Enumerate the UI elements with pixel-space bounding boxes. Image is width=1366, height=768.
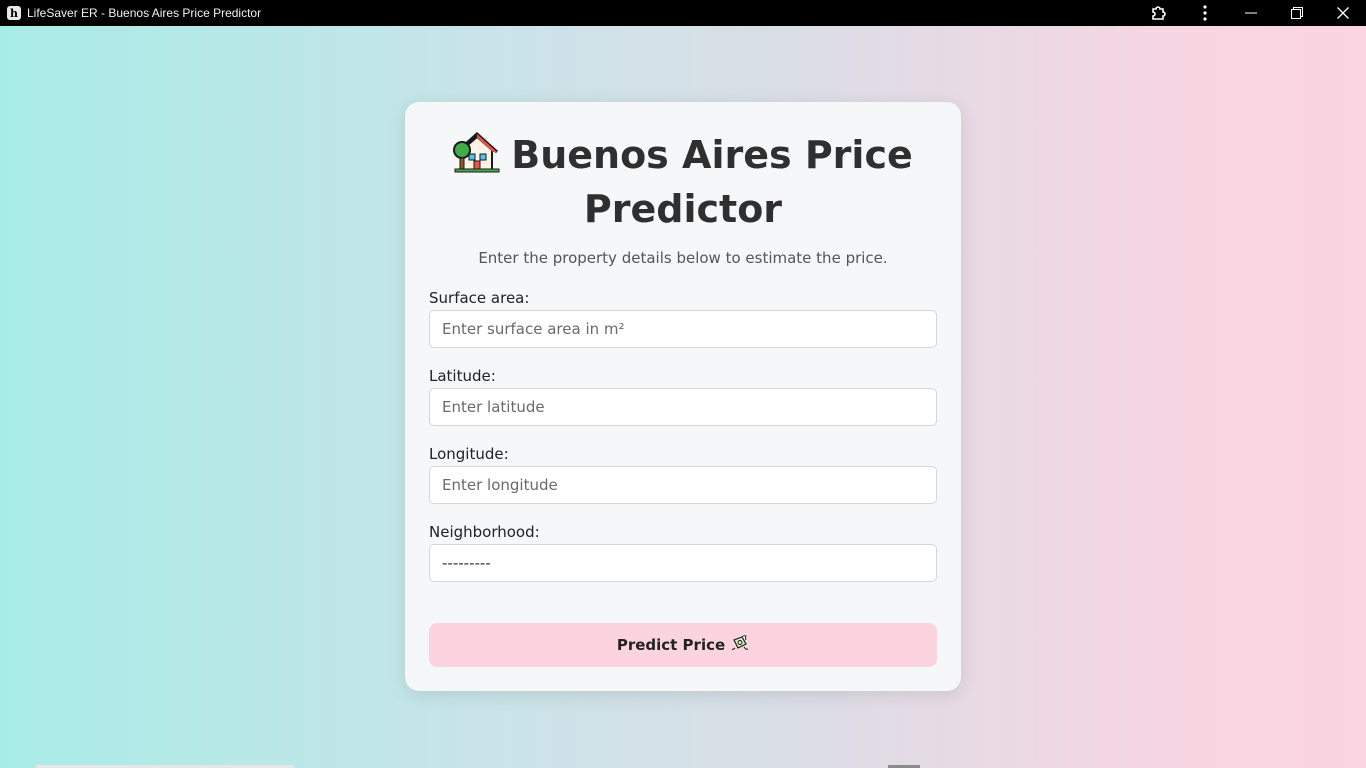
subtitle: Enter the property details below to esti… [478, 249, 888, 267]
neighborhood-label: Neighborhood: [429, 523, 540, 541]
neighborhood-selected-value: --------- [442, 554, 491, 572]
app-logo-icon: h [7, 6, 21, 20]
extensions-icon[interactable] [1136, 0, 1182, 26]
window-title: LifeSaver ER - Buenos Aires Price Predic… [27, 6, 262, 20]
minimize-icon[interactable] [1228, 0, 1274, 26]
surface-area-input[interactable] [429, 310, 937, 348]
page-title: Buenos Aires Price Predictor [429, 128, 937, 233]
window-controls [1136, 0, 1366, 26]
surface-area-label: Surface area: [429, 289, 530, 307]
neighborhood-select[interactable]: --------- [429, 544, 937, 582]
predict-price-label: Predict Price [616, 636, 726, 654]
title-bar: h LifeSaver ER - Buenos Aires Price Pred… [0, 0, 1366, 26]
house-with-garden-icon [453, 128, 501, 185]
more-vertical-icon[interactable] [1182, 0, 1228, 26]
latitude-label: Latitude: [429, 367, 496, 385]
predictor-card: Buenos Aires Price Predictor Enter the p… [405, 102, 961, 691]
page-background: Buenos Aires Price Predictor Enter the p… [0, 26, 1366, 768]
close-icon[interactable] [1320, 0, 1366, 26]
predict-price-button[interactable]: Predict Price [429, 623, 937, 667]
longitude-input[interactable] [429, 466, 937, 504]
money-with-wings-icon [731, 634, 749, 656]
page-title-text: Buenos Aires Price Predictor [511, 133, 913, 231]
restore-icon[interactable] [1274, 0, 1320, 26]
latitude-input[interactable] [429, 388, 937, 426]
longitude-label: Longitude: [429, 445, 509, 463]
